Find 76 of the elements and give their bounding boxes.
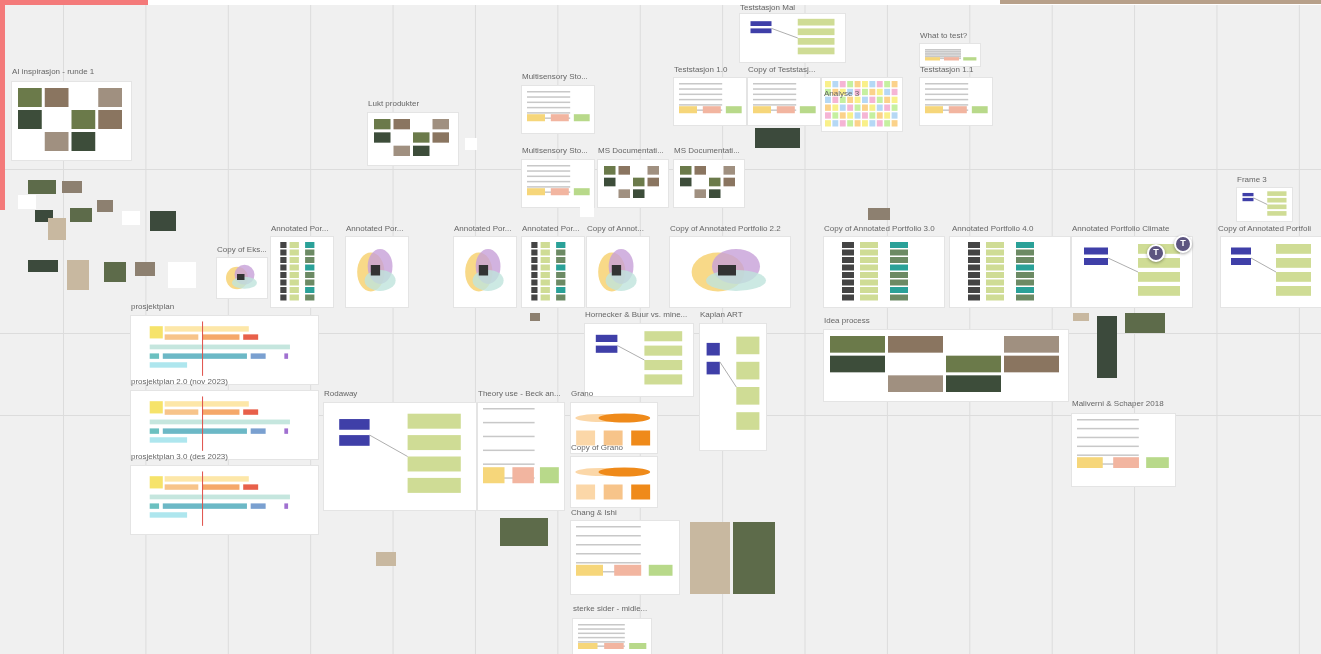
frame-title[interactable]: Copy of Grano bbox=[571, 444, 624, 452]
board-frame[interactable] bbox=[700, 324, 766, 450]
document-drawing bbox=[578, 624, 647, 649]
document-drawing bbox=[753, 83, 816, 114]
frame-title[interactable]: Lukt produkter bbox=[368, 100, 420, 108]
board-frame[interactable] bbox=[824, 237, 944, 307]
frame-title[interactable]: Teststasjon 1.1 bbox=[920, 66, 974, 74]
board-frame[interactable] bbox=[271, 237, 333, 307]
photo-collage-drawing bbox=[680, 166, 735, 198]
frame-title[interactable]: sterke sider - midle... bbox=[573, 605, 648, 613]
frame-title[interactable]: Copy of Annotated Portfoli bbox=[1218, 225, 1311, 233]
portfolio-drawing bbox=[531, 242, 566, 301]
document-drawing bbox=[527, 165, 590, 196]
diagram-drawing bbox=[1242, 191, 1287, 216]
frame-title[interactable]: Annotated Portfolio 4.0 bbox=[952, 225, 1034, 233]
frame-title[interactable]: Grano bbox=[571, 390, 594, 398]
frame-title[interactable]: Copy of Annotated Portfolio 3.0 bbox=[824, 225, 935, 233]
document-drawing bbox=[925, 49, 977, 61]
board-frame[interactable] bbox=[1221, 237, 1321, 307]
venn-diagram-drawing bbox=[598, 248, 637, 292]
board-frame[interactable] bbox=[454, 237, 516, 307]
frame-title[interactable]: prosjektplan 3.0 (des 2023) bbox=[131, 453, 228, 461]
frame-title[interactable]: Analyse 3 bbox=[824, 90, 860, 98]
frame-title[interactable]: Annotated Por... bbox=[271, 225, 329, 233]
document-drawing bbox=[679, 83, 742, 114]
frame-title[interactable]: Hornecker & Buur vs. mine... bbox=[585, 311, 688, 319]
portfolio-drawing bbox=[842, 242, 908, 301]
board-frame[interactable] bbox=[587, 237, 649, 307]
frame-title[interactable]: Annotated Portfolio Climate bbox=[1072, 225, 1170, 233]
frame-title[interactable]: Teststasjon Mal bbox=[740, 4, 796, 12]
frame-title[interactable]: Copy of Eks... bbox=[217, 246, 267, 254]
frame-title[interactable]: Copy of Teststasj... bbox=[748, 66, 816, 74]
venn-diagram-drawing bbox=[357, 248, 396, 292]
board-frame[interactable] bbox=[674, 160, 744, 207]
board-frame[interactable] bbox=[522, 237, 584, 307]
photo-collage-drawing bbox=[604, 166, 659, 198]
document-drawing bbox=[925, 83, 988, 114]
frame-title[interactable]: Copy of Annotated Portfolio 2.2 bbox=[670, 225, 781, 233]
board-frame[interactable] bbox=[950, 237, 1070, 307]
frame-title[interactable]: MS Documentati... bbox=[598, 147, 664, 155]
portfolio-drawing bbox=[968, 242, 1034, 301]
user-avatar[interactable]: T bbox=[1174, 235, 1192, 253]
frame-title[interactable]: Annotated Por... bbox=[454, 225, 512, 233]
frame-title[interactable]: Annotated Por... bbox=[346, 225, 404, 233]
board-frame[interactable] bbox=[670, 237, 790, 307]
board-frame[interactable] bbox=[1237, 188, 1292, 221]
board-frame[interactable] bbox=[217, 258, 267, 298]
frame-title[interactable]: prosjektplan 2.0 (nov 2023) bbox=[131, 378, 228, 386]
frame-title[interactable]: Multisensory Sto... bbox=[522, 147, 588, 155]
board-frame[interactable] bbox=[598, 160, 668, 207]
frame-title[interactable]: AI inspirasjon - runde 1 bbox=[12, 68, 95, 76]
frame-title[interactable]: Idea process bbox=[824, 317, 870, 325]
document-drawing bbox=[527, 91, 590, 122]
frame-title[interactable]: MS Documentati... bbox=[674, 147, 740, 155]
frame-title[interactable]: Maliverni & Schaper 2018 bbox=[1072, 400, 1164, 408]
frame-title[interactable]: prosjektplan bbox=[131, 303, 175, 311]
frame-title[interactable]: Teststasjon 1.0 bbox=[674, 66, 728, 74]
frame-title[interactable]: Copy of Annot... bbox=[587, 225, 644, 233]
frame-title[interactable]: Kaplan ART bbox=[700, 311, 743, 319]
board-frame[interactable] bbox=[12, 82, 131, 160]
frame-title[interactable]: Annotated Por... bbox=[522, 225, 580, 233]
frame-title[interactable]: Frame 3 bbox=[1237, 176, 1267, 184]
board-frame[interactable] bbox=[324, 403, 476, 510]
frame-title[interactable]: What to test? bbox=[920, 32, 968, 40]
board-frame[interactable] bbox=[1072, 237, 1192, 307]
board-frame[interactable] bbox=[740, 14, 845, 62]
venn-diagram-drawing bbox=[465, 248, 504, 292]
board-frame[interactable] bbox=[824, 330, 1068, 401]
frame-title[interactable]: Rodaway bbox=[324, 390, 358, 398]
frame-title[interactable]: Multisensory Sto... bbox=[522, 73, 588, 81]
frame-title[interactable]: Theory use - Beck an... bbox=[478, 390, 561, 398]
venn-diagram-drawing bbox=[226, 264, 257, 290]
portfolio-drawing bbox=[280, 242, 315, 301]
board-frame[interactable] bbox=[346, 237, 408, 307]
frame-title[interactable]: Chang & Ishi bbox=[571, 509, 617, 517]
board-frame[interactable] bbox=[368, 113, 458, 165]
